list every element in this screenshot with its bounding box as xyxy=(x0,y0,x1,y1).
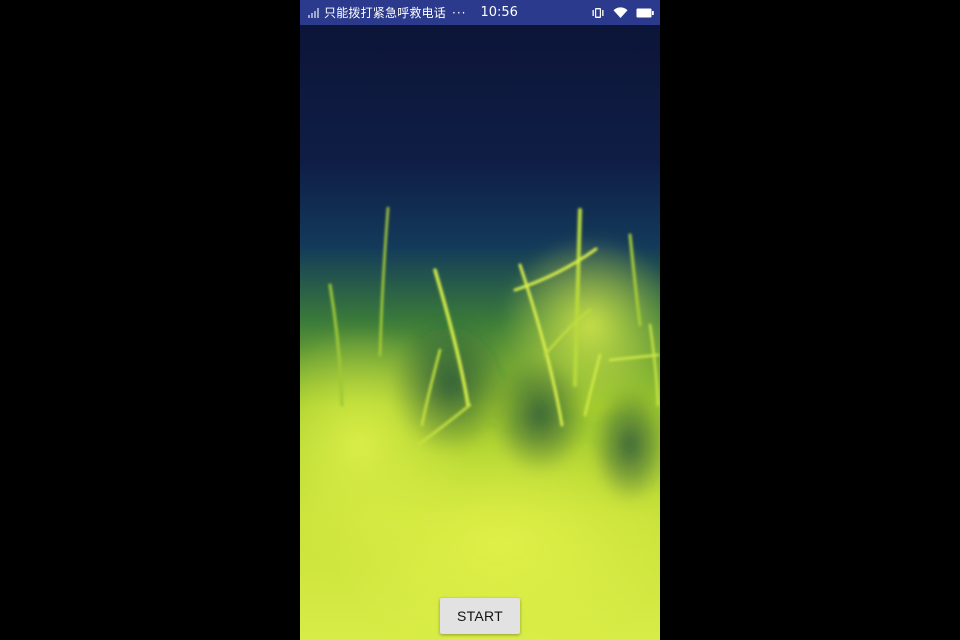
status-bar-left: 只能拨打紧急呼救电话 ··· 10:56 xyxy=(308,4,518,21)
signal-icon xyxy=(308,7,319,18)
start-button[interactable]: START xyxy=(440,598,520,634)
carrier-text: 只能拨打紧急呼救电话 xyxy=(324,6,447,20)
status-time: 10:56 xyxy=(480,5,518,20)
status-bar: 只能拨打紧急呼救电话 ··· 10:56 xyxy=(300,0,660,25)
overflow-indicator: ··· xyxy=(452,5,467,20)
screen-stage: 只能拨打紧急呼救电话 ··· 10:56 START xyxy=(0,0,960,640)
wifi-icon xyxy=(613,6,628,18)
status-bar-right xyxy=(591,6,654,19)
vibrate-icon xyxy=(592,7,604,18)
phone-screen: 只能拨打紧急呼救电话 ··· 10:56 START xyxy=(300,0,660,640)
battery-icon xyxy=(636,8,654,17)
grass-wallpaper xyxy=(300,25,660,640)
